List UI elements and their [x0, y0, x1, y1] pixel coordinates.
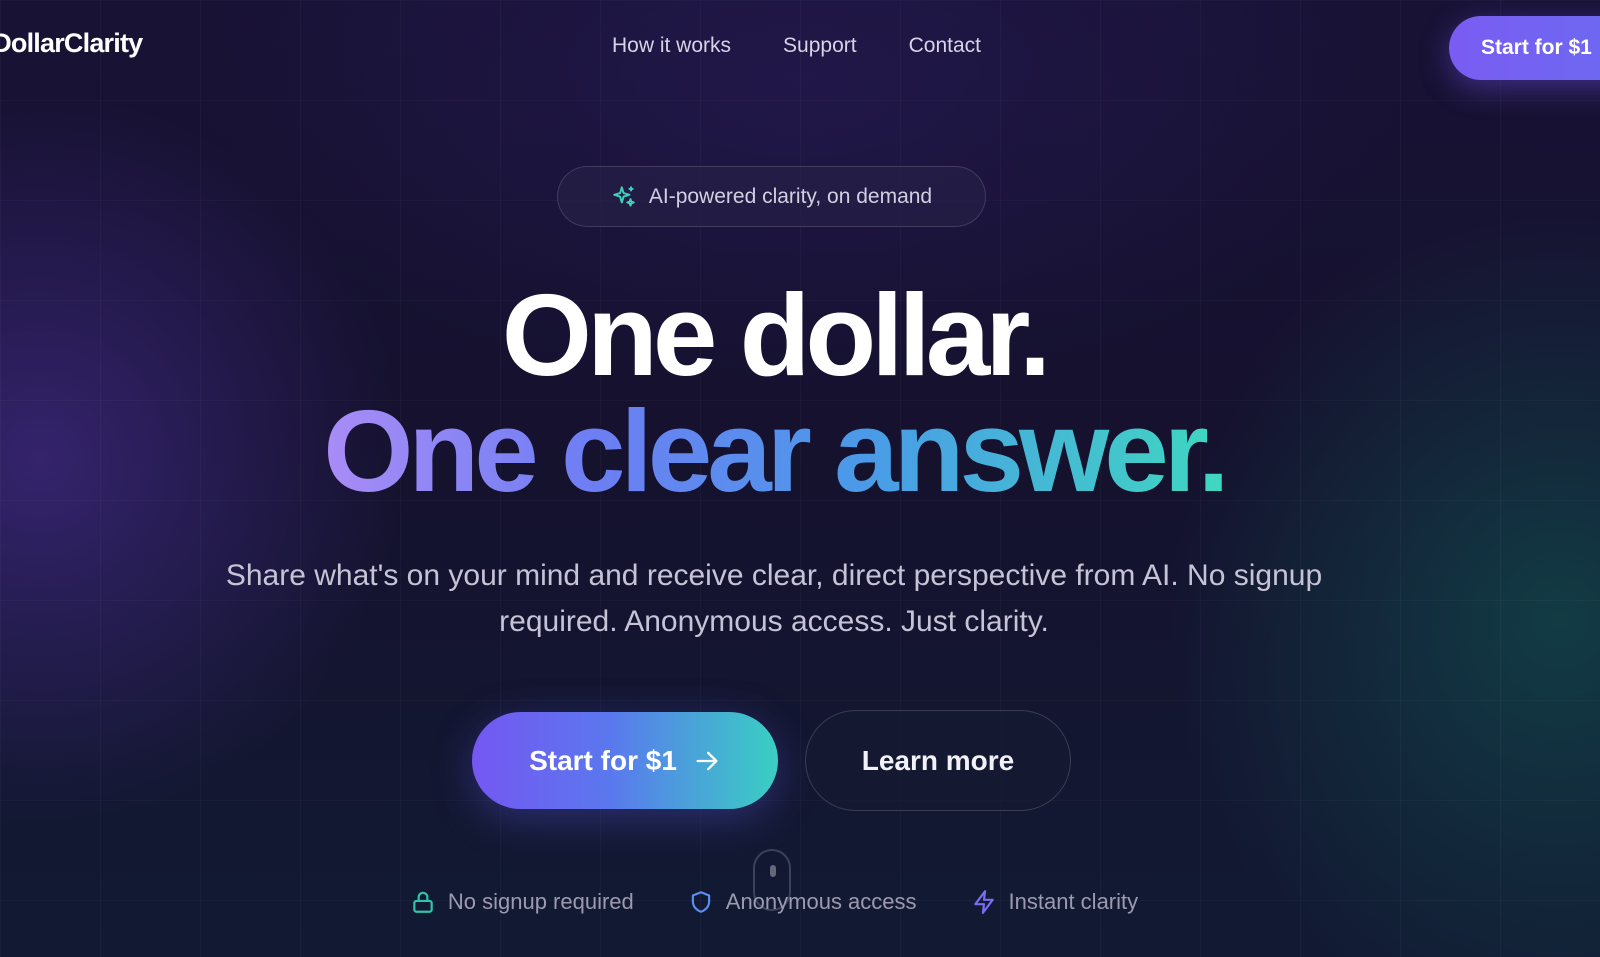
- feature-list: No signup required Anonymous access Inst…: [0, 889, 1548, 915]
- learn-more-label: Learn more: [861, 744, 1015, 776]
- hero-subtitle: Share what's on your mind and receive cl…: [225, 559, 1323, 638]
- learn-more-button[interactable]: Learn more: [805, 710, 1071, 811]
- landing-page: eDollarClarity How it works Support Cont…: [0, 0, 1600, 957]
- headline-line-1: One dollar.: [501, 270, 1051, 400]
- badge-text: AI-powered clarity, on demand: [648, 184, 933, 208]
- feature-item-anonymous: Anonymous access: [688, 889, 917, 915]
- nav-link-support[interactable]: Support: [783, 34, 857, 58]
- header-start-button[interactable]: Start for $1: [1449, 16, 1600, 80]
- nav-link-contact[interactable]: Contact: [909, 34, 981, 58]
- main-nav: How it works Support Contact: [612, 34, 981, 58]
- nav-link-how-it-works[interactable]: How it works: [612, 34, 731, 58]
- headline-line-2: One clear answer.: [0, 386, 1548, 516]
- headline-gradient-text: One clear answer.: [323, 386, 1230, 516]
- feature-item-no-signup: No signup required: [410, 889, 634, 915]
- sparkle-icon: [613, 185, 635, 207]
- feature-item-instant: Instant clarity: [971, 889, 1139, 915]
- scroll-dot: [770, 865, 776, 877]
- start-button-label: Start for $1: [529, 744, 677, 776]
- shield-icon: [691, 891, 710, 913]
- lightning-icon: [973, 890, 994, 914]
- lock-icon: [413, 891, 433, 913]
- logo[interactable]: eDollarClarity: [0, 28, 143, 59]
- hero-badge: AI-powered clarity, on demand: [557, 166, 986, 227]
- arrow-right-icon: [696, 751, 718, 770]
- feature-label: No signup required: [447, 889, 634, 914]
- start-button[interactable]: Start for $1: [472, 712, 778, 809]
- feature-label: Instant clarity: [1008, 889, 1139, 914]
- feature-label: Anonymous access: [725, 889, 917, 914]
